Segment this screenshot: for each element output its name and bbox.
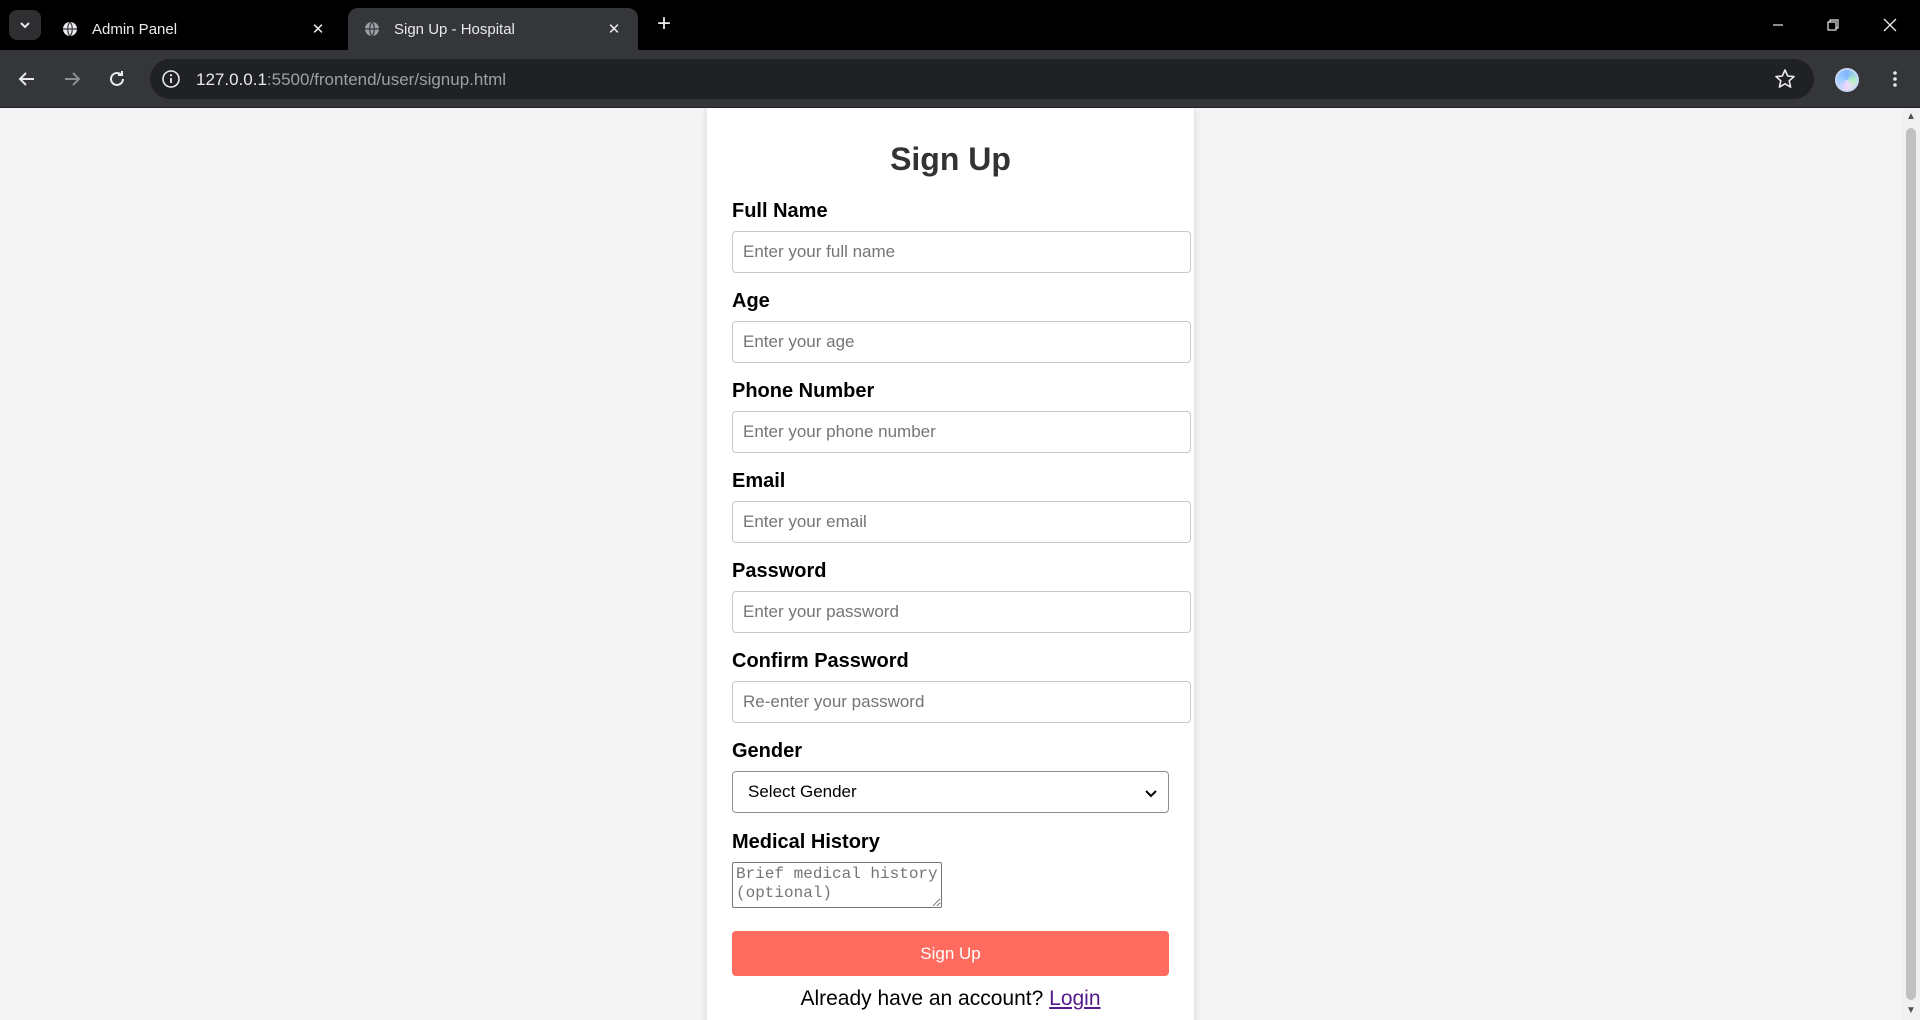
confirm-password-input[interactable]: [732, 681, 1191, 723]
restore-button[interactable]: [1805, 0, 1861, 50]
gender-label: Gender: [732, 740, 803, 762]
full-name-label: Full Name: [732, 200, 828, 222]
browser-toolbar: 127.0.0.1:5500/frontend/user/signup.html: [0, 50, 1920, 108]
minimize-icon: [1773, 24, 1783, 26]
url-text[interactable]: 127.0.0.1:5500/frontend/user/signup.html: [196, 70, 506, 90]
login-prompt: Already have an account? Login: [707, 987, 1194, 1011]
signup-card: Sign Up Full Name Age Phone Number Email…: [707, 108, 1194, 1020]
scrollbar-thumb[interactable]: [1906, 128, 1916, 1000]
login-prompt-text: Already have an account?: [800, 987, 1044, 1010]
address-bar[interactable]: 127.0.0.1:5500/frontend/user/signup.html: [150, 59, 1814, 99]
info-icon[interactable]: [161, 69, 181, 89]
password-label: Password: [732, 560, 827, 582]
page-scrollbar[interactable]: ▲ ▼: [1902, 108, 1920, 1020]
phone-input[interactable]: [732, 411, 1191, 453]
gender-select[interactable]: Select Gender: [732, 771, 1169, 813]
close-icon: [1883, 18, 1897, 32]
email-label: Email: [732, 470, 786, 492]
tab-admin-panel[interactable]: Admin Panel ✕: [46, 8, 342, 50]
minimize-button[interactable]: [1750, 0, 1806, 50]
age-input[interactable]: [732, 321, 1191, 363]
gender-select-value: Select Gender: [748, 782, 857, 801]
browser-menu-button[interactable]: [1880, 64, 1910, 94]
profile-avatar[interactable]: [1835, 68, 1859, 92]
email-input[interactable]: [732, 501, 1191, 543]
phone-label: Phone Number: [732, 380, 875, 402]
star-icon[interactable]: [1774, 68, 1796, 90]
more-vertical-icon: [1893, 71, 1897, 87]
chevron-down-icon: [20, 22, 30, 29]
url-path: :5500/frontend/user/signup.html: [266, 70, 507, 89]
new-tab-button[interactable]: +: [652, 12, 676, 37]
page-viewport: Sign Up Full Name Age Phone Number Email…: [0, 108, 1902, 1020]
tab-sign-up-hospital[interactable]: Sign Up - Hospital ✕: [348, 8, 638, 50]
password-input[interactable]: [732, 591, 1191, 633]
scroll-up-arrow-icon[interactable]: ▲: [1906, 112, 1916, 122]
medical-history-textarea[interactable]: [732, 862, 942, 908]
tab-search-button[interactable]: [9, 10, 41, 40]
globe-icon: [63, 21, 77, 37]
sign-up-button[interactable]: Sign Up: [732, 931, 1169, 976]
tab-title: Sign Up - Hospital: [394, 20, 515, 38]
arrow-left-icon: [18, 72, 34, 86]
restore-icon: [1827, 19, 1839, 31]
globe-icon: [365, 21, 379, 37]
full-name-input[interactable]: [732, 231, 1191, 273]
medical-history-label: Medical History: [732, 831, 880, 853]
confirm-password-label: Confirm Password: [732, 650, 909, 672]
chevron-down-icon: [1145, 790, 1157, 798]
age-label: Age: [732, 290, 770, 312]
close-icon[interactable]: ✕: [604, 19, 624, 39]
tab-strip: Admin Panel ✕ Sign Up - Hospital ✕ +: [0, 0, 1920, 50]
url-host: 127.0.0.1: [196, 70, 267, 89]
scroll-down-arrow-icon[interactable]: ▼: [1906, 1006, 1916, 1016]
arrow-right-icon: [65, 72, 81, 86]
back-button[interactable]: [12, 64, 42, 94]
tab-title: Admin Panel: [92, 20, 178, 38]
reload-button[interactable]: [102, 64, 132, 94]
reload-icon: [110, 71, 124, 86]
close-window-button[interactable]: [1862, 0, 1918, 50]
login-link[interactable]: Login: [1049, 987, 1100, 1010]
forward-button[interactable]: [57, 64, 87, 94]
page-title: Sign Up: [890, 141, 1011, 177]
close-icon[interactable]: ✕: [308, 19, 328, 39]
